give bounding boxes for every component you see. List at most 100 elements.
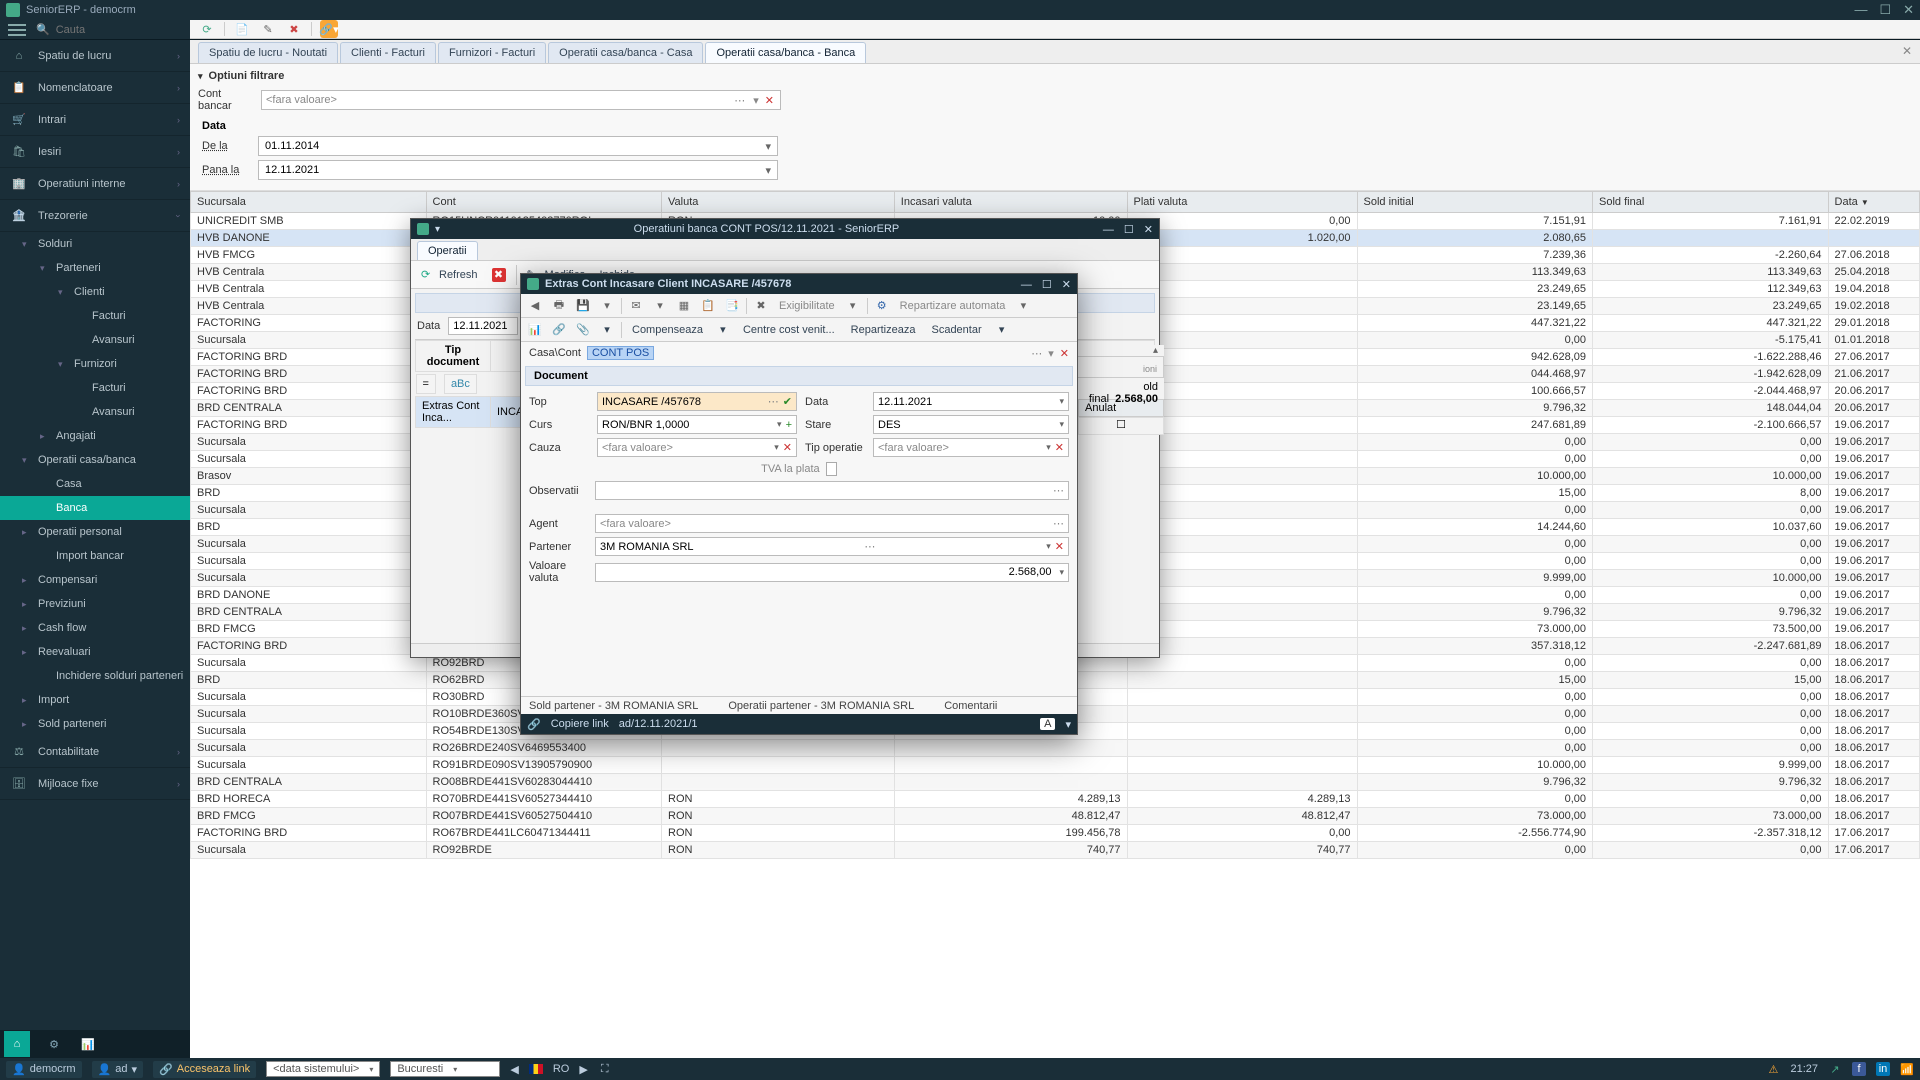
table-row[interactable]: FACTORING BRDRO67BRDE441LC60471344411RON… <box>191 825 1920 842</box>
nav-nomen[interactable]: 📋Nomenclatoare› <box>0 72 190 104</box>
win2-data-input[interactable] <box>448 317 518 335</box>
coment-tab[interactable]: Comentarii <box>944 700 997 712</box>
sb-warning-icon[interactable]: ⚠ <box>1766 1062 1780 1076</box>
sb-fb-icon[interactable]: f <box>1852 1062 1866 1076</box>
repauto-dd[interactable]: ▾ <box>1013 296 1033 316</box>
copy-doc-button[interactable]: 📑 <box>722 296 742 316</box>
repauto-button[interactable]: Repartizare automata <box>896 300 1010 312</box>
nav-intrari[interactable]: 🛒Intrari› <box>0 104 190 136</box>
col-data[interactable]: Data ▼ <box>1828 192 1919 213</box>
table-row[interactable]: BRD CENTRALARO08BRDE441SV602830444109.79… <box>191 774 1920 791</box>
sb-fullscreen[interactable]: ⛶ <box>598 1062 612 1076</box>
sub-operspers[interactable]: ▸Operatii personal <box>0 520 190 544</box>
delete-button[interactable]: ✖ <box>285 20 303 38</box>
partener-field[interactable]: 3M ROMANIA SRL⋯▾✕ <box>595 537 1069 556</box>
link2-button[interactable]: 🔗 <box>549 323 569 336</box>
oppartener-tab[interactable]: Operatii partener - 3M ROMANIA SRL <box>728 700 914 712</box>
obs-field[interactable]: ⋯ <box>595 481 1069 500</box>
a-badge[interactable]: A <box>1040 718 1055 730</box>
tva-check[interactable] <box>826 462 837 476</box>
linkbar-drop[interactable]: ▾ <box>1065 718 1071 731</box>
sub-inchsold[interactable]: Inchidere solduri parteneri <box>0 664 190 688</box>
table-row[interactable]: SucursalaRO92BRDERON740,77740,770,000,00… <box>191 842 1920 859</box>
gear-icon[interactable]: ⚙ <box>44 1034 64 1054</box>
col-plati[interactable]: Plati valuta <box>1127 192 1357 213</box>
tabs-close-button[interactable]: ✕ <box>1902 44 1912 58</box>
sub-compensari[interactable]: ▸Compensari <box>0 568 190 592</box>
mail-button[interactable]: ✉ <box>626 296 646 316</box>
plus-icon[interactable]: + <box>786 419 792 431</box>
curs-field[interactable]: RON/BNR 1,0000▾+ <box>597 415 797 434</box>
close-button[interactable]: ✕ <box>1903 2 1914 18</box>
win2-cancel[interactable]: ✖ <box>488 266 510 284</box>
sub-clienti[interactable]: ▾Clienti <box>0 280 190 304</box>
gear-button[interactable]: ⚙ <box>872 296 892 316</box>
win3-min[interactable]: — <box>1021 279 1032 291</box>
save-button[interactable]: 💾 <box>573 296 593 316</box>
back-button[interactable]: ◀ <box>525 296 545 316</box>
sub-fur-facturi[interactable]: Facturi <box>0 376 190 400</box>
exig-button[interactable]: Exigibilitate <box>775 300 839 312</box>
collapse-icon[interactable]: ▴ <box>1078 345 1164 357</box>
sb-access[interactable]: 🔗 Acceseaza link <box>153 1061 256 1078</box>
col-cont[interactable]: Cont <box>426 192 662 213</box>
sub-reeval[interactable]: ▸Reevaluari <box>0 640 190 664</box>
table-row[interactable]: SucursalaRO26BRDE240SV64695534000,000,00… <box>191 740 1920 757</box>
attach-dd[interactable]: ▾ <box>597 323 617 336</box>
minimize-button[interactable]: — <box>1854 2 1867 18</box>
sub-furnizori[interactable]: ▾Furnizori <box>0 352 190 376</box>
col-incasari[interactable]: Incasari valuta <box>894 192 1127 213</box>
cauza-field[interactable]: <fara valoare>▾✕ <box>597 438 797 457</box>
win2-refresh[interactable]: ⟳Refresh <box>417 266 482 284</box>
repart-button[interactable]: Repartizeaza <box>845 324 922 336</box>
casacont-dots[interactable]: ⋯ <box>1031 347 1042 360</box>
tab-banca[interactable]: Operatii casa/banca - Banca <box>705 42 866 63</box>
sub-previziuni[interactable]: ▸Previziuni <box>0 592 190 616</box>
exig-dd[interactable]: ▾ <box>843 296 863 316</box>
sub-banca[interactable]: Banca <box>0 496 190 520</box>
maximize-button[interactable]: ☐ <box>1879 2 1891 18</box>
combo-clear-icon[interactable]: ✕ <box>763 94 776 107</box>
table-row[interactable]: BRD HORECARO70BRDE441SV60527344410RON4.2… <box>191 791 1920 808</box>
clip-button[interactable]: 📋 <box>698 296 718 316</box>
tab-furnizori[interactable]: Furnizori - Facturi <box>438 42 546 63</box>
nav-contab[interactable]: ⚖Contabilitate› <box>0 736 190 768</box>
tab-casa[interactable]: Operatii casa/banca - Casa <box>548 42 703 63</box>
win2-filter-eq[interactable]: = <box>416 374 436 394</box>
home-icon[interactable]: ⌂ <box>4 1031 30 1057</box>
nav-opint[interactable]: 🏢Operatiuni interne› <box>0 168 190 200</box>
mail-dd[interactable]: ▾ <box>650 296 670 316</box>
win2-filter-abc[interactable]: aBc <box>444 374 477 394</box>
sub-angajati[interactable]: ▸Angajati <box>0 424 190 448</box>
sb-li-icon[interactable]: in <box>1876 1062 1890 1076</box>
new-doc-button[interactable]: 📄 <box>233 20 251 38</box>
attach-button[interactable]: 📎 <box>573 323 593 336</box>
save-dd-button[interactable]: ▾ <box>597 296 617 316</box>
valoare-field[interactable]: 2.568,00▾ <box>595 563 1069 582</box>
tab-spatiu[interactable]: Spatiu de lucru - Noutati <box>198 42 338 63</box>
nav-iesiri[interactable]: 🛍Iesiri› <box>0 136 190 168</box>
casacont-drop[interactable]: ▾ <box>1048 347 1054 360</box>
filter-dela-combo[interactable]: 01.11.2014▾ <box>258 136 778 156</box>
compenseaza-button[interactable]: Compenseaza <box>626 324 709 336</box>
sub-fur-avansuri[interactable]: Avansuri <box>0 400 190 424</box>
scad-button[interactable]: Scadentar <box>925 324 987 336</box>
sub-cli-avansuri[interactable]: Avansuri <box>0 328 190 352</box>
col-soldfinal[interactable]: Sold final <box>1593 192 1829 213</box>
sb-prev[interactable]: ◀ <box>510 1063 518 1076</box>
tipop-field[interactable]: <fara valoare>▾✕ <box>873 438 1069 457</box>
print-button[interactable]: 🖶 <box>549 296 569 316</box>
win3-close[interactable]: ✕ <box>1062 279 1071 291</box>
clear2-icon[interactable]: ✕ <box>1055 441 1064 454</box>
table-row[interactable]: SucursalaRO91BRDE090SV1390579090010.000,… <box>191 757 1920 774</box>
sub-parteneri[interactable]: ▾Parteneri <box>0 256 190 280</box>
sb-user[interactable]: 👤 democrm <box>6 1061 82 1078</box>
nav-mijfix[interactable]: 🗄Mijloace fixe› <box>0 768 190 800</box>
sb-datasist[interactable]: <data sistemului>▾ <box>266 1061 380 1077</box>
link-button[interactable]: 🔗▾ <box>320 20 338 38</box>
bars-button[interactable]: 📊 <box>525 323 545 336</box>
filter-header[interactable]: ▾Optiuni filtrare <box>198 68 1912 86</box>
sb-rss-icon[interactable]: 📶 <box>1900 1062 1914 1076</box>
win2-tab-operatii[interactable]: Operatii <box>417 241 478 260</box>
data3-field[interactable]: 12.11.2021▾ <box>873 392 1069 411</box>
